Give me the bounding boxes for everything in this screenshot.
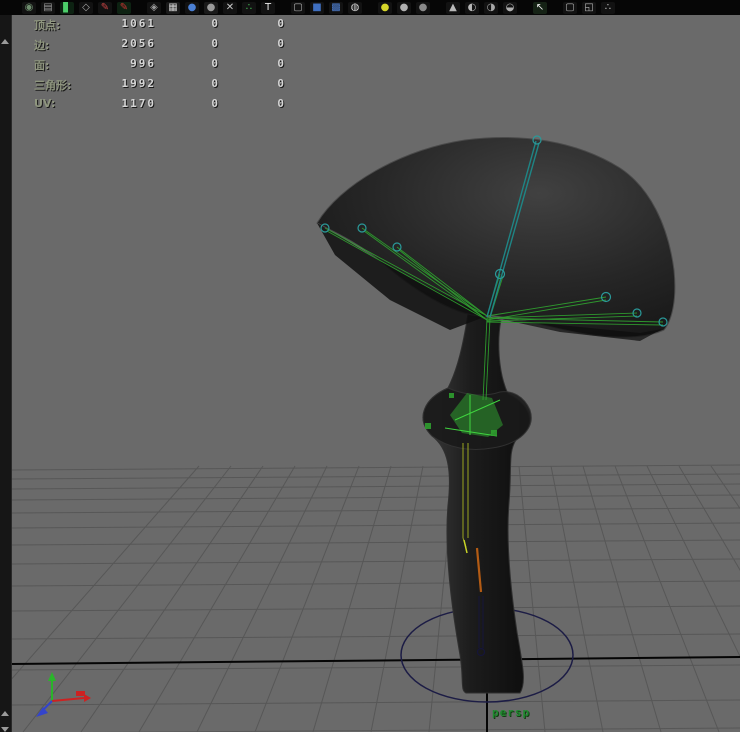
toolbar-group: ◈ ▦ ● ● ✕ ∴ T	[147, 2, 275, 14]
hud-value-uvs-col3: 0	[246, 97, 286, 110]
reference-plane-icon[interactable]: ◇	[79, 2, 93, 14]
shaded-sphere-icon[interactable]: ◐	[465, 2, 479, 14]
snapshot-camera-icon[interactable]: ◉	[22, 2, 36, 14]
left-panel-strip[interactable]	[0, 15, 12, 732]
blue-sphere-icon[interactable]: ●	[185, 2, 199, 14]
selection-cursor-icon[interactable]: ↖	[533, 2, 547, 14]
hud-label-uvs: UV:	[34, 97, 55, 110]
toolbar-group: ▲ ◐ ◑ ◒	[446, 2, 517, 14]
ground-grid	[0, 465, 740, 732]
toolbar-group: ↖	[533, 2, 547, 14]
light-sphere-on-icon[interactable]: ●	[378, 2, 392, 14]
hud-row-triangles: 三角形: 1992 0 0	[30, 74, 300, 94]
grid-origin-axes	[11, 470, 740, 732]
hud-value-edges-col2: 0	[180, 37, 220, 50]
green-ledger-icon[interactable]: ▋	[60, 2, 74, 14]
share-nodes-icon[interactable]: ∴	[601, 2, 615, 14]
shaded-cube-icon[interactable]: ■	[310, 2, 324, 14]
strip-scroll-up2-icon[interactable]	[1, 711, 9, 716]
duplicate-squares-icon[interactable]: ◱	[582, 2, 596, 14]
node-network-icon[interactable]: ∴	[242, 2, 256, 14]
annotate-pen-icon[interactable]: ✎	[117, 2, 131, 14]
camera-name-label[interactable]: persp	[492, 706, 530, 719]
maya-viewport-window: ◉ ▤ ▋ ◇ ✎ ✎ ◈ ▦ ● ● ✕ ∴ T ▢ ■ ▩ ◍ ● ● ● ▲ ◐ ◑ ◒ ↖ ▢ ◱ ∴	[0, 0, 740, 732]
strip-scroll-down-icon[interactable]	[1, 727, 9, 732]
hud-value-triangles-total: 1992	[68, 77, 156, 90]
toolbar-group: ● ● ●	[378, 2, 430, 14]
wireframe-cube-small-icon[interactable]: ▢	[563, 2, 577, 14]
hud-row-faces: 面: 996 0 0	[30, 54, 300, 74]
hud-label-vertices: 顶点:	[34, 17, 60, 33]
half-sphere-icon[interactable]: ◑	[484, 2, 498, 14]
hud-row-vertices: 顶点: 1061 0 0	[30, 14, 300, 34]
hud-value-faces-col2: 0	[180, 57, 220, 70]
hud-value-uvs-total: 1170	[68, 97, 156, 110]
hud-row-uvs: UV: 1170 0 0	[30, 94, 300, 114]
hud-row-edges: 边: 2056 0 0	[30, 34, 300, 54]
text-tool-icon[interactable]: T	[261, 2, 275, 14]
hud-value-vertices-total: 1061	[68, 17, 156, 30]
status-line-toolbar: ◉ ▤ ▋ ◇ ✎ ✎ ◈ ▦ ● ● ✕ ∴ T ▢ ■ ▩ ◍ ● ● ● ▲ ◐ ◑ ◒ ↖ ▢ ◱ ∴	[0, 0, 740, 15]
annotate-zoom-icon[interactable]: ✎	[98, 2, 112, 14]
diamond-marker-icon[interactable]: ◈	[147, 2, 161, 14]
textured-sphere-icon[interactable]: ◒	[503, 2, 517, 14]
mushroom-cap[interactable]	[317, 137, 675, 337]
hud-label-triangles: 三角形:	[34, 77, 71, 93]
view-axis-indicator	[36, 672, 91, 717]
cross-pattern-icon[interactable]: ✕	[223, 2, 237, 14]
wireframe-cube-icon[interactable]: ▢	[291, 2, 305, 14]
hud-value-triangles-col3: 0	[246, 77, 286, 90]
cone-primitive-icon[interactable]: ▲	[446, 2, 460, 14]
poly-count-hud: 顶点: 1061 0 0 边: 2056 0 0 面: 996 0 0 三角形:…	[30, 14, 300, 114]
hud-value-faces-total: 996	[68, 57, 156, 70]
textured-cube-icon[interactable]: ▩	[329, 2, 343, 14]
filmstrip-icon[interactable]: ▦	[166, 2, 180, 14]
gray-sphere-icon[interactable]: ●	[204, 2, 218, 14]
toolbar-group: ▢ ◱ ∴	[563, 2, 615, 14]
toolbar-group: ◉ ▤ ▋ ◇ ✎ ✎	[22, 2, 131, 14]
hud-value-edges-total: 2056	[68, 37, 156, 50]
hud-value-vertices-col3: 0	[246, 17, 286, 30]
hud-value-triangles-col2: 0	[180, 77, 220, 90]
hud-value-faces-col3: 0	[246, 57, 286, 70]
hud-value-vertices-col2: 0	[180, 17, 220, 30]
scene-list-icon[interactable]: ▤	[41, 2, 55, 14]
strip-scroll-up-icon[interactable]	[1, 39, 9, 44]
light-sphere-icon[interactable]: ●	[397, 2, 411, 14]
hud-label-faces: 面:	[34, 57, 49, 73]
hud-value-edges-col3: 0	[246, 37, 286, 50]
toolbar-group: ▢ ■ ▩ ◍	[291, 2, 362, 14]
checker-sphere-icon[interactable]: ◍	[348, 2, 362, 14]
hud-value-uvs-col2: 0	[180, 97, 220, 110]
light-sphere-dim-icon[interactable]: ●	[416, 2, 430, 14]
hud-label-edges: 边:	[34, 37, 49, 53]
